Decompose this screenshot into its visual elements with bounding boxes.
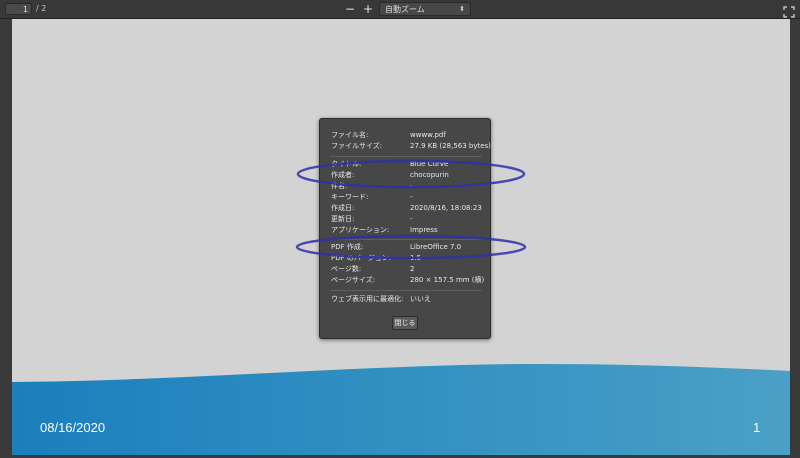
property-value: chocopurin [410, 171, 449, 179]
zoom-select[interactable]: 自動ズーム ⬍ [379, 2, 471, 16]
property-key: 件名: [331, 182, 348, 190]
property-value: 2 [410, 265, 415, 273]
property-value: 280 × 157.5 mm (横) [410, 276, 485, 284]
zoom-select-value: 自動ズーム [385, 5, 425, 14]
property-value: Impress [410, 226, 438, 234]
property-row-keywords: キーワード: - [320, 192, 492, 202]
property-key: ページサイズ: [331, 276, 376, 284]
property-row-created: 作成日: 2020/8/16, 18:08:23 [320, 203, 492, 213]
property-value: Blue Curve [410, 160, 449, 168]
property-value: - [410, 182, 413, 190]
property-key: PDF のバージョン: [331, 254, 392, 262]
property-key: キーワード: [331, 193, 369, 201]
document-properties-dialog: ファイル名: wwww.pdf ファイルサイズ: 27.9 KB (28,563… [319, 118, 491, 339]
property-key: PDF 作成: [331, 243, 364, 251]
property-row-author: 作成者: chocopurin [320, 170, 492, 180]
property-key: ファイル名: [331, 131, 369, 139]
property-value: 1.5 [410, 254, 422, 262]
property-key: ウェブ表示用に最適化: [331, 295, 404, 303]
property-row-title: タイトル: Blue Curve [320, 159, 492, 169]
property-key: ページ数: [331, 265, 362, 273]
slide-date: 08/16/2020 [40, 420, 106, 435]
property-value: - [410, 193, 413, 201]
property-row-pdf-version: PDF のバージョン: 1.5 [320, 253, 492, 263]
property-row-application: アプリケーション: Impress [320, 225, 492, 235]
zoom-in-button[interactable]: + [361, 2, 375, 16]
property-row-filesize: ファイルサイズ: 27.9 KB (28,563 bytes) [320, 141, 492, 151]
property-key: タイトル: [331, 160, 362, 168]
property-row-page-size: ページサイズ: 280 × 157.5 mm (横) [320, 275, 492, 285]
divider [330, 290, 482, 291]
property-key: アプリケーション: [331, 226, 390, 234]
property-row-pdf-producer: PDF 作成: LibreOffice 7.0 [320, 242, 492, 252]
divider [330, 156, 482, 157]
property-key: 更新日: [331, 215, 355, 223]
page-number-input[interactable]: 1 [5, 3, 32, 15]
zoom-out-button[interactable]: − [343, 2, 357, 16]
page-total-label: / 2 [36, 4, 47, 13]
property-value: 2020/8/16, 18:08:23 [410, 204, 482, 212]
fullscreen-icon[interactable] [783, 3, 795, 18]
property-row-filename: ファイル名: wwww.pdf [320, 130, 492, 140]
pdf-toolbar: 1 / 2 − + 自動ズーム ⬍ [0, 0, 800, 19]
property-value: LibreOffice 7.0 [410, 243, 462, 251]
property-value: - [410, 215, 413, 223]
property-value: wwww.pdf [410, 131, 446, 139]
property-row-page-count: ページ数: 2 [320, 264, 492, 274]
property-value: 27.9 KB (28,563 bytes) [410, 142, 491, 150]
property-key: 作成日: [331, 204, 355, 212]
slide-number: 1 [753, 420, 761, 435]
property-value: いいえ [410, 295, 431, 303]
close-button[interactable]: 閉じる [392, 316, 418, 330]
property-row-fast-web-view: ウェブ表示用に最適化: いいえ [320, 294, 492, 304]
property-row-subject: 件名: - [320, 181, 492, 191]
property-key: 作成者: [331, 171, 355, 179]
chevron-updown-icon: ⬍ [459, 5, 465, 13]
property-key: ファイルサイズ: [331, 142, 383, 150]
property-row-modified: 更新日: - [320, 214, 492, 224]
divider [330, 239, 482, 240]
